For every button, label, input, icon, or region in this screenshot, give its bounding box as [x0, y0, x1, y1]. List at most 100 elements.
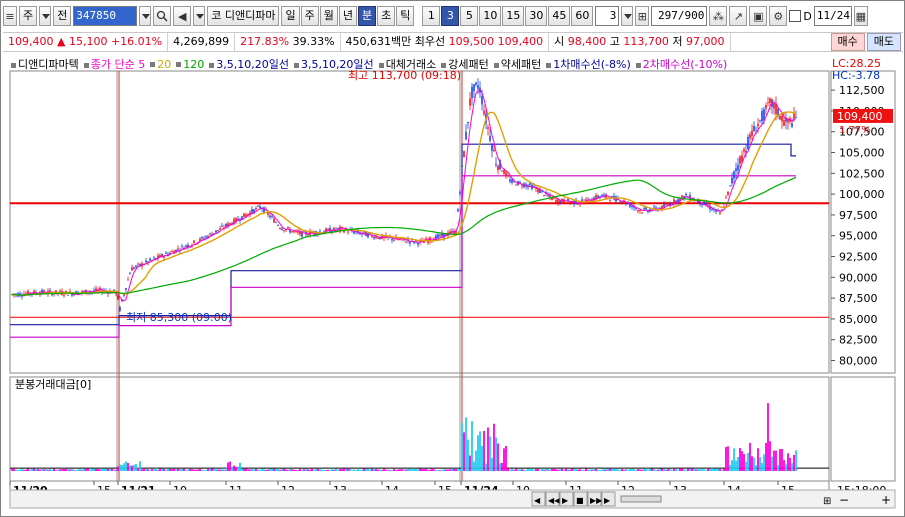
- candle-body: [761, 110, 763, 122]
- volume-bar: [615, 468, 617, 471]
- volume-bar: [81, 470, 83, 471]
- volume-bar: [653, 468, 655, 471]
- candle-body: [473, 84, 475, 92]
- volume-bar: [647, 469, 649, 471]
- volume-bar: [69, 469, 71, 471]
- candle-body: [279, 228, 281, 229]
- volume-bar: [679, 468, 681, 471]
- volume-bar: [411, 469, 413, 471]
- candle-body: [759, 119, 761, 121]
- candle-body: [763, 109, 765, 121]
- volume-bar: [213, 468, 215, 471]
- volume-bar: [31, 468, 33, 471]
- volume-bar: [335, 468, 337, 471]
- volume-bar: [577, 469, 579, 471]
- volume-bar: [207, 468, 209, 471]
- volume-bar: [421, 468, 423, 471]
- volume-bar: [339, 469, 341, 471]
- volume-bar: [409, 468, 411, 471]
- volume-bar: [53, 468, 55, 471]
- volume-bar: [503, 448, 505, 471]
- y-tick-label: 112,500: [839, 84, 885, 97]
- volume-bar: [121, 465, 123, 471]
- volume-bar: [663, 468, 665, 471]
- candle-body: [129, 273, 131, 275]
- volume-bar: [279, 469, 281, 471]
- candle-body: [529, 183, 531, 185]
- candle-body: [125, 288, 127, 290]
- candle-body: [307, 234, 309, 236]
- volume-bar: [325, 470, 327, 471]
- scroll-icon: ■: [576, 496, 584, 505]
- volume-bar: [313, 469, 315, 471]
- candle-body: [515, 184, 517, 186]
- volume-bar: [15, 469, 17, 471]
- scroll-icon: ▶: [562, 496, 569, 505]
- volume-bar: [287, 470, 289, 471]
- candle-body: [739, 156, 741, 164]
- volume-bar: [553, 468, 555, 471]
- volume-bar: [755, 465, 757, 471]
- volume-bar: [769, 441, 771, 471]
- volume-bar: [437, 470, 439, 471]
- volume-bar: [561, 468, 563, 471]
- volume-bar: [21, 468, 23, 471]
- volume-bar: [333, 469, 335, 471]
- volume-bar: [595, 468, 597, 471]
- volume-bar: [19, 469, 21, 471]
- candle-body: [137, 263, 139, 265]
- volume-bar: [751, 456, 753, 471]
- price-chart-svg[interactable]: 112,500110,000107,500105,000102,500100,0…: [1, 1, 905, 517]
- candle-body: [645, 207, 647, 210]
- candle-body: [463, 151, 465, 158]
- volume-bar: [413, 468, 415, 471]
- volume-bar: [477, 435, 479, 471]
- candle-body: [757, 123, 759, 127]
- candle-body: [743, 149, 745, 152]
- candle-body: [729, 185, 731, 187]
- volume-bar: [171, 469, 173, 471]
- volume-bar: [109, 469, 111, 471]
- volume-bar: [201, 469, 203, 471]
- volume-bar: [423, 469, 425, 471]
- volume-bar: [141, 469, 143, 471]
- volume-bar: [197, 469, 199, 471]
- candle-body: [153, 257, 155, 259]
- volume-bar: [471, 421, 473, 471]
- volume-bar: [231, 466, 233, 471]
- candle-body: [603, 194, 605, 196]
- volume-bar: [523, 469, 525, 471]
- candle-body: [543, 195, 545, 196]
- candle-body: [467, 121, 469, 124]
- volume-bar: [543, 469, 545, 471]
- volume-bar: [447, 469, 449, 471]
- volume-bar: [681, 468, 683, 471]
- candle-body: [127, 279, 129, 281]
- candle-body: [491, 144, 493, 151]
- volume-bar: [289, 468, 291, 471]
- volume-bar: [309, 469, 311, 471]
- candle-body: [619, 202, 621, 203]
- volume-bar: [705, 470, 707, 471]
- volume-bar: [61, 469, 63, 471]
- volume-bar: [597, 470, 599, 471]
- candle-body: [171, 251, 173, 252]
- volume-bar: [607, 468, 609, 471]
- volume-bar: [495, 437, 497, 471]
- volume-bar: [435, 470, 437, 471]
- volume-bar: [569, 469, 571, 471]
- volume-bar: [79, 468, 81, 471]
- volume-bar: [433, 469, 435, 471]
- volume-bar: [345, 468, 347, 471]
- volume-bar: [163, 468, 165, 471]
- volume-bar: [509, 469, 511, 471]
- candle-body: [469, 98, 471, 106]
- volume-bar: [199, 468, 201, 471]
- volume-bar: [441, 469, 443, 471]
- volume-bar: [567, 469, 569, 471]
- volume-bar: [399, 469, 401, 471]
- volume-bar: [749, 442, 751, 471]
- volume-bar: [659, 468, 661, 471]
- volume-bar: [293, 469, 295, 471]
- volume-bar: [341, 469, 343, 471]
